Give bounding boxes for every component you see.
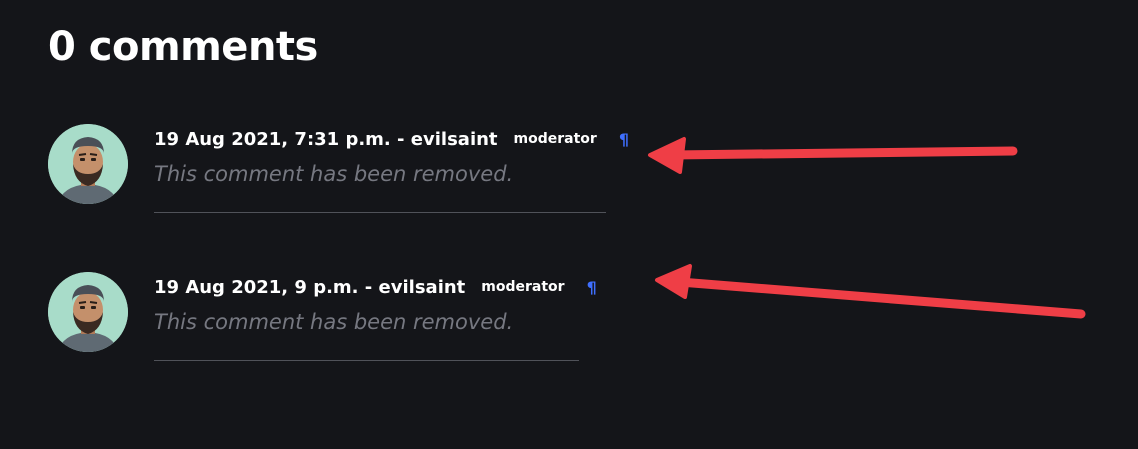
arrow-left-icon — [648, 137, 1018, 174]
annotation-arrows — [648, 137, 1086, 319]
arrow-left-icon — [655, 264, 1086, 319]
